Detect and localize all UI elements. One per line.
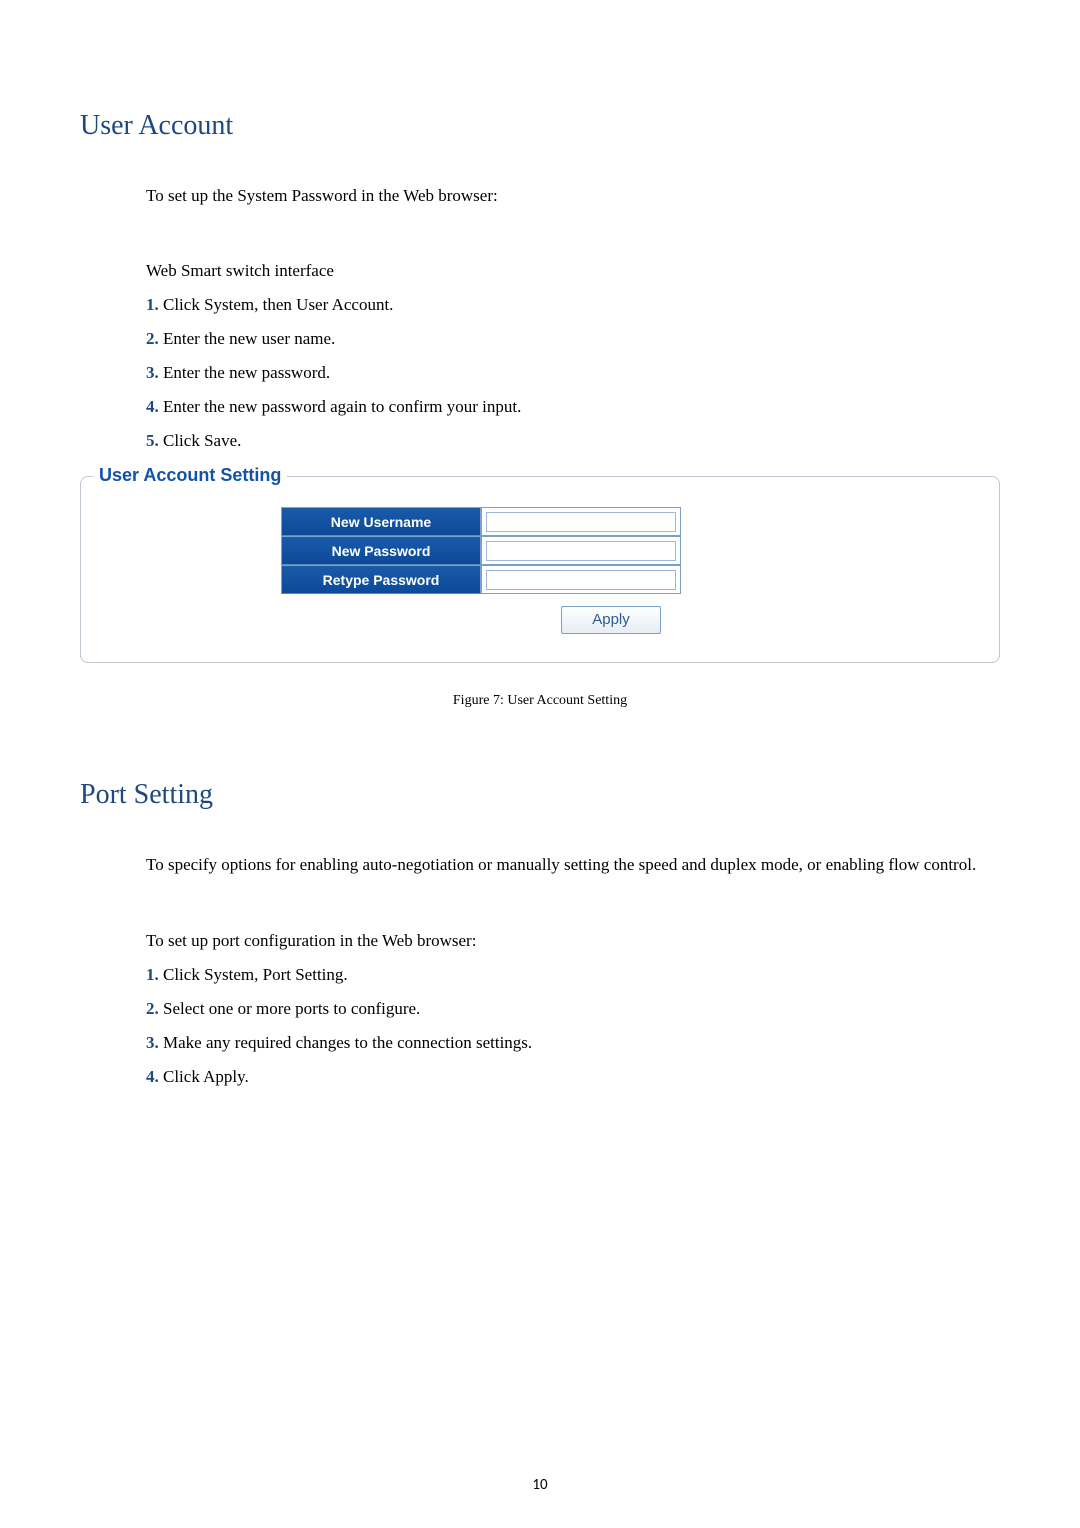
ps-step-3-num: 3. <box>146 1033 159 1052</box>
user-account-heading: User Account <box>80 110 1000 142</box>
row-new-password: New Password <box>281 536 979 565</box>
step-5-num: 5. <box>146 431 159 450</box>
ps-step-4-num: 4. <box>146 1067 159 1086</box>
step-3-text: Enter the new password. <box>159 363 330 382</box>
step-5-text: Click Save. <box>159 431 242 450</box>
step-3: 3. Enter the new password. <box>146 356 1000 390</box>
user-account-setting-panel: User Account Setting New Username New Pa… <box>80 476 1000 663</box>
step-4-num: 4. <box>146 397 159 416</box>
ps-step-2-num: 2. <box>146 999 159 1018</box>
step-1-num: 1. <box>146 295 159 314</box>
interface-line: Web Smart switch interface <box>146 254 1000 288</box>
row-retype-password: Retype Password <box>281 565 979 594</box>
step-1-text: Click System, then User Account. <box>159 295 394 314</box>
ps-step-1-num: 1. <box>146 965 159 984</box>
ps-step-2: 2. Select one or more ports to configure… <box>146 992 1000 1026</box>
page-number: 10 <box>0 1476 1080 1494</box>
ps-step-1-text: Click System, Port Setting. <box>159 965 348 984</box>
step-2: 2. Enter the new user name. <box>146 322 1000 356</box>
ps-step-3: 3. Make any required changes to the conn… <box>146 1026 1000 1060</box>
ps-step-4-text: Click Apply. <box>159 1067 249 1086</box>
user-account-intro: To set up the System Password in the Web… <box>146 180 1000 212</box>
step-1: 1. Click System, then User Account. <box>146 288 1000 322</box>
ps-step-3-text: Make any required changes to the connect… <box>159 1033 532 1052</box>
port-setting-intro: To specify options for enabling auto-neg… <box>146 849 1000 881</box>
port-setting-heading: Port Setting <box>80 779 1000 811</box>
step-2-text: Enter the new user name. <box>159 329 336 348</box>
panel-legend: User Account Setting <box>93 465 287 486</box>
input-retype-password[interactable] <box>481 565 681 594</box>
port-setting-lead: To set up port configuration in the Web … <box>146 924 1000 958</box>
figure-caption: Figure 7: User Account Setting <box>80 693 1000 709</box>
step-5: 5. Click Save. <box>146 424 1000 458</box>
label-new-password: New Password <box>281 536 481 565</box>
row-new-username: New Username <box>281 507 979 536</box>
label-new-username: New Username <box>281 507 481 536</box>
ps-step-2-text: Select one or more ports to configure. <box>159 999 421 1018</box>
ps-step-4: 4. Click Apply. <box>146 1060 1000 1094</box>
step-2-num: 2. <box>146 329 159 348</box>
ps-step-1: 1. Click System, Port Setting. <box>146 958 1000 992</box>
input-new-password[interactable] <box>481 536 681 565</box>
step-4-text: Enter the new password again to confirm … <box>159 397 522 416</box>
apply-button[interactable]: Apply <box>561 606 661 634</box>
input-new-username[interactable] <box>481 507 681 536</box>
step-4: 4. Enter the new password again to confi… <box>146 390 1000 424</box>
label-retype-password: Retype Password <box>281 565 481 594</box>
step-3-num: 3. <box>146 363 159 382</box>
